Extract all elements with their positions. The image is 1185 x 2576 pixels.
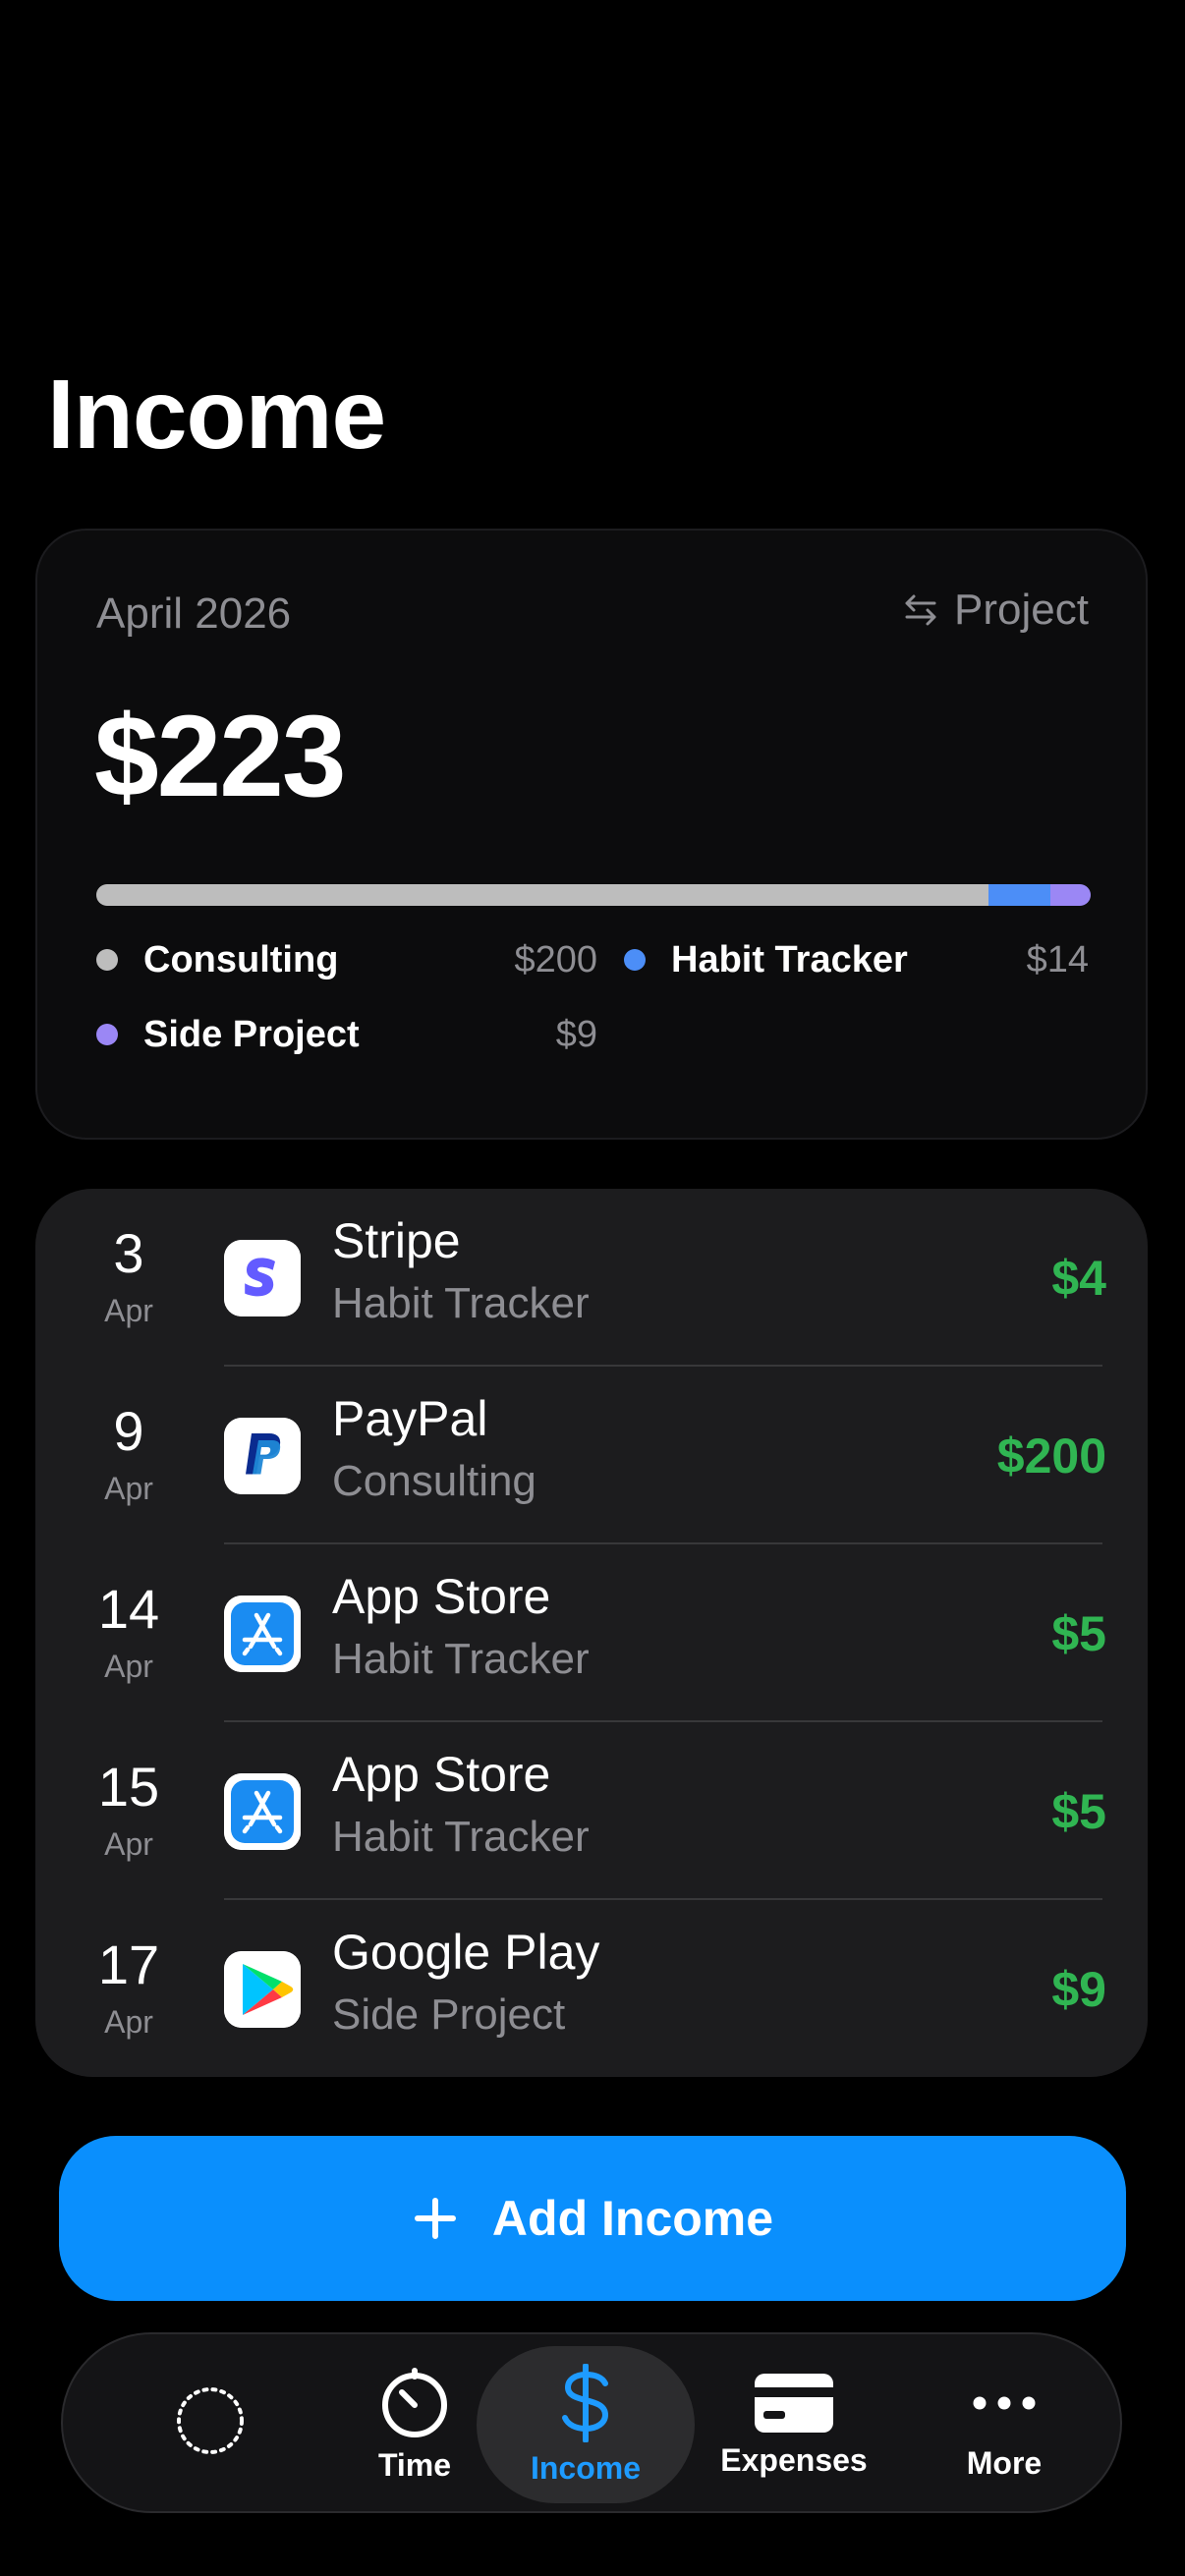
tab-bar: Time Income Expenses More xyxy=(61,2332,1122,2513)
legend-dot xyxy=(624,949,646,971)
legend-value: $14 xyxy=(1026,938,1089,980)
group-by-label: Project xyxy=(954,586,1089,634)
transaction-month: Apr xyxy=(104,1471,153,1506)
transaction-day: 14 xyxy=(97,1578,160,1640)
tab-label: Time xyxy=(377,2446,452,2483)
stripe-icon xyxy=(224,1240,301,1316)
income-summary-card: April 2026 Project $223 Consulting $200 … xyxy=(35,529,1148,1140)
group-by-toggle[interactable]: Project xyxy=(901,586,1089,635)
transaction-project: Habit Tracker xyxy=(332,1813,590,1861)
transaction-month: Apr xyxy=(104,1293,153,1328)
swap-arrows-icon xyxy=(905,594,936,626)
transaction-source: App Store xyxy=(332,1569,551,1624)
transaction-day: 3 xyxy=(113,1222,144,1284)
tab-label: More xyxy=(966,2444,1043,2481)
breakdown-segment-consulting xyxy=(96,884,988,906)
legend-value: $9 xyxy=(555,1013,597,1055)
transaction-row[interactable]: 17 Apr Google Play Side Project $9 xyxy=(35,1900,1148,2077)
breakdown-segment-side-project xyxy=(1050,884,1091,906)
transaction-row[interactable]: 9 Apr PayPal Consulting $200 xyxy=(35,1367,1148,1544)
legend-dot xyxy=(96,949,118,971)
transaction-source: Stripe xyxy=(332,1213,461,1268)
app-store-icon xyxy=(224,1596,301,1672)
app-store-icon xyxy=(224,1773,301,1850)
legend-name: Side Project xyxy=(143,1013,360,1055)
card-icon xyxy=(755,2373,833,2433)
month-label[interactable]: April 2026 xyxy=(96,589,291,639)
plus-icon xyxy=(414,2198,456,2239)
transaction-month: Apr xyxy=(104,2004,153,2040)
transaction-source: Google Play xyxy=(332,1925,600,1980)
legend-name: Consulting xyxy=(143,938,339,980)
tab-more[interactable]: More xyxy=(906,2346,1102,2503)
transaction-amount: $5 xyxy=(1051,1784,1106,1839)
add-income-button[interactable]: Add Income xyxy=(59,2136,1126,2301)
transaction-month: Apr xyxy=(104,1826,153,1862)
legend-name: Habit Tracker xyxy=(671,938,908,980)
transaction-source: App Store xyxy=(332,1747,551,1802)
legend-dot xyxy=(96,1024,118,1045)
add-income-label: Add Income xyxy=(491,2191,774,2246)
transaction-month: Apr xyxy=(104,1649,153,1684)
legend-item-side-project: Side Project $9 xyxy=(96,1010,597,1059)
tab-income[interactable]: Income xyxy=(477,2346,695,2503)
transaction-amount: $5 xyxy=(1051,1606,1106,1661)
tab-label: Expenses xyxy=(720,2441,868,2478)
legend-item-habit-tracker: Habit Tracker $14 xyxy=(624,935,1089,984)
total-amount: $223 xyxy=(94,692,347,821)
transaction-amount: $4 xyxy=(1051,1251,1106,1306)
transaction-row[interactable]: 15 Apr App Store Habit Tracker $5 xyxy=(35,1722,1148,1900)
page-title: Income xyxy=(47,360,386,470)
transaction-day: 15 xyxy=(97,1756,160,1818)
transaction-amount: $9 xyxy=(1051,1962,1106,2017)
transactions-list: 3 Apr Stripe Habit Tracker $4 9 Apr PayP… xyxy=(35,1189,1148,2077)
transaction-project: Consulting xyxy=(332,1457,536,1505)
transaction-project: Side Project xyxy=(332,1990,566,2039)
transaction-row[interactable]: 3 Apr Stripe Habit Tracker $4 xyxy=(35,1189,1148,1367)
legend-item-consulting: Consulting $200 xyxy=(96,935,597,984)
tab-label: Income xyxy=(530,2449,642,2486)
breakdown-bar xyxy=(96,884,1091,906)
dollar-icon xyxy=(562,2363,609,2442)
tab-overview[interactable] xyxy=(112,2346,309,2503)
legend-value: $200 xyxy=(514,938,597,980)
transaction-row[interactable]: 14 Apr App Store Habit Tracker $5 xyxy=(35,1544,1148,1722)
dotted-circle-icon xyxy=(177,2387,244,2454)
transaction-amount: $200 xyxy=(996,1428,1106,1484)
google-play-icon xyxy=(224,1951,301,2028)
transaction-source: PayPal xyxy=(332,1391,488,1446)
transaction-day: 9 xyxy=(113,1400,144,1462)
tab-expenses[interactable]: Expenses xyxy=(696,2346,892,2503)
transaction-day: 17 xyxy=(97,1933,160,1995)
paypal-icon xyxy=(224,1418,301,1494)
transaction-project: Habit Tracker xyxy=(332,1279,590,1327)
ellipsis-icon xyxy=(973,2396,1036,2409)
breakdown-segment-habit-tracker xyxy=(988,884,1051,906)
transaction-project: Habit Tracker xyxy=(332,1635,590,1683)
timer-icon xyxy=(382,2367,447,2437)
